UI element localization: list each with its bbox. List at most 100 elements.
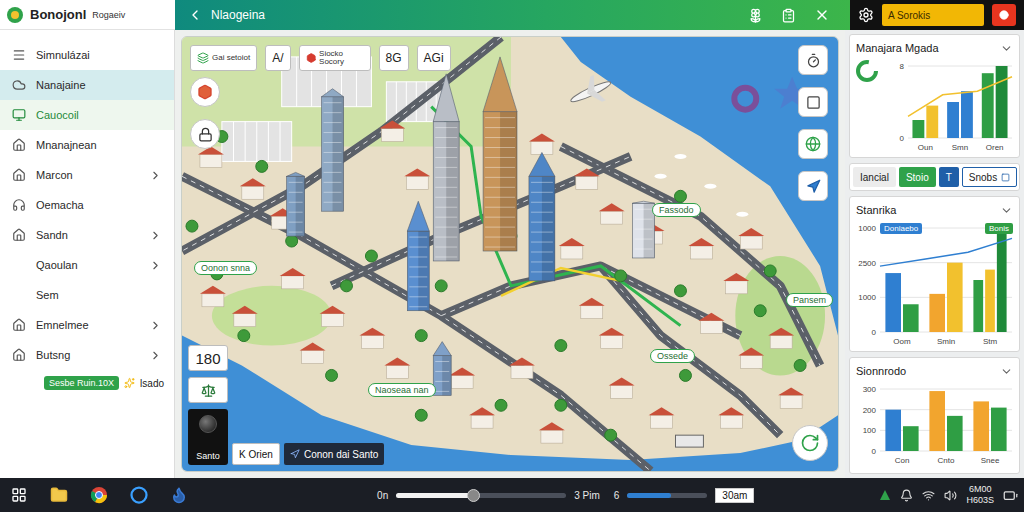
map-label[interactable]: Ossede: [650, 349, 695, 363]
chevron-down-icon[interactable]: [1000, 365, 1013, 378]
start-button[interactable]: [6, 482, 32, 508]
chart-bar[interactable]: [903, 304, 919, 332]
tab[interactable]: T: [939, 167, 959, 187]
chart-bar[interactable]: [903, 426, 919, 451]
header: BonojonlRogaeivNlaogeinaA Sorokis: [0, 0, 1024, 30]
sidebar-item[interactable]: Sandn: [0, 220, 174, 250]
tool-label: Siocko Socory: [319, 50, 364, 67]
sidebar-item[interactable]: Cauocoil: [0, 100, 174, 130]
mode-chip[interactable]: Conon dai Santo: [284, 443, 385, 465]
sidebar-item[interactable]: Oemacha: [0, 190, 174, 220]
map-label[interactable]: Oonon snna: [194, 261, 257, 275]
house: [539, 422, 565, 443]
gear-icon[interactable]: [858, 7, 874, 23]
layer-button[interactable]: [798, 87, 828, 117]
browser-icon: [90, 486, 108, 504]
timer-button[interactable]: [798, 45, 828, 75]
map-tool[interactable]: Gai setoiot: [190, 45, 257, 71]
chart-bar[interactable]: [929, 391, 945, 451]
city-map[interactable]: [182, 37, 838, 471]
chart-bar[interactable]: [985, 270, 995, 332]
sidebar-item[interactable]: Emnelmee: [0, 310, 174, 340]
card-title: Sionnrodo: [856, 365, 906, 377]
refresh-button[interactable]: [792, 425, 828, 461]
zoom-level[interactable]: 180: [188, 345, 228, 371]
square-icon: [806, 95, 821, 110]
chevron-down-icon[interactable]: [1000, 204, 1013, 217]
taskbar: 0n3 Pim630am6M00H603S: [0, 478, 1024, 512]
road: [182, 176, 651, 471]
map-tool[interactable]: Siocko Socory: [299, 45, 371, 71]
chart-bar[interactable]: [912, 120, 924, 138]
chart-bar[interactable]: [947, 416, 963, 451]
chart-legend: DoniaeboBonis: [880, 223, 1013, 234]
sidebar-item[interactable]: Nanajaine: [0, 70, 174, 100]
chart-bar[interactable]: [973, 280, 983, 332]
logo-icon: [6, 6, 24, 24]
icon-slot: [12, 348, 26, 362]
tab[interactable]: Stoio: [899, 167, 936, 187]
sidebar-label: Mnanajnean: [36, 139, 162, 151]
tree: [495, 399, 507, 411]
clipboard-icon[interactable]: [781, 8, 796, 23]
sidebar-item[interactable]: Marcon: [0, 160, 174, 190]
chart-bar[interactable]: [947, 102, 959, 138]
scale-button[interactable]: [188, 377, 228, 403]
lock-button[interactable]: [190, 119, 220, 149]
record-button[interactable]: [992, 4, 1016, 26]
app-button[interactable]: [126, 482, 152, 508]
chart-bar[interactable]: [885, 410, 901, 451]
wifi-icon[interactable]: [922, 489, 935, 502]
chart-bar[interactable]: [991, 408, 1007, 451]
route: [431, 107, 680, 326]
globe-button[interactable]: [798, 129, 828, 159]
chart-bar[interactable]: [996, 66, 1008, 138]
sidebar-item[interactable]: Sem: [0, 280, 174, 310]
chart-bar[interactable]: [997, 231, 1007, 332]
map-label[interactable]: Fassodo: [652, 203, 701, 217]
flame-icon: [170, 486, 188, 504]
tree: [415, 409, 427, 421]
slider-track[interactable]: [396, 493, 566, 498]
chart-bar[interactable]: [947, 263, 963, 332]
close-icon[interactable]: [814, 7, 830, 23]
poi-button[interactable]: [190, 77, 220, 107]
slider-reading: 3 Pim: [574, 490, 600, 501]
map-label[interactable]: Naoseaa nan: [368, 383, 436, 397]
map-canvas[interactable]: Gai setoiot A/Siocko Socory 8G AGi Oonon snn…: [181, 36, 839, 472]
map-label[interactable]: Pansem: [786, 293, 833, 307]
sidebar-item[interactable]: Butsng: [0, 340, 174, 370]
back-icon[interactable]: [187, 7, 203, 23]
map-tool[interactable]: 8G: [379, 45, 409, 71]
app-button[interactable]: [166, 482, 192, 508]
chart-bar[interactable]: [961, 91, 973, 138]
action-button[interactable]: A Sorokis: [882, 4, 984, 26]
app-button[interactable]: [86, 482, 112, 508]
map-tool[interactable]: AGi: [417, 45, 451, 71]
slider-track[interactable]: [627, 493, 707, 498]
sidebar-item[interactable]: Qaoulan: [0, 250, 174, 280]
sidebar-item[interactable]: Simnulázai: [0, 40, 174, 70]
square-icon: [1001, 173, 1010, 182]
tab[interactable]: Snobs: [962, 167, 1017, 187]
chevron-down-icon[interactable]: [1000, 42, 1013, 55]
tab[interactable]: Iancial: [853, 167, 896, 187]
flower-icon[interactable]: [748, 8, 763, 23]
chart-bar[interactable]: [926, 106, 938, 138]
mode-button[interactable]: Santo: [188, 409, 228, 465]
chart-bar[interactable]: [982, 73, 994, 138]
slider-knob[interactable]: [467, 489, 480, 502]
mode-chip[interactable]: K Orien: [232, 443, 280, 465]
navigate-button[interactable]: [798, 171, 828, 201]
map-tool[interactable]: A/: [265, 45, 290, 71]
bell-icon[interactable]: [900, 489, 913, 502]
chart-bar[interactable]: [973, 401, 989, 451]
chart-line: [908, 77, 1012, 117]
chart-bar[interactable]: [885, 273, 901, 332]
chevron-right-icon: [149, 169, 162, 182]
volume-icon[interactable]: [944, 489, 957, 502]
clock[interactable]: 6M00H603S: [966, 484, 994, 506]
app-button[interactable]: [46, 482, 72, 508]
chart-bar[interactable]: [929, 294, 945, 332]
sidebar-item[interactable]: Mnanajnean: [0, 130, 174, 160]
